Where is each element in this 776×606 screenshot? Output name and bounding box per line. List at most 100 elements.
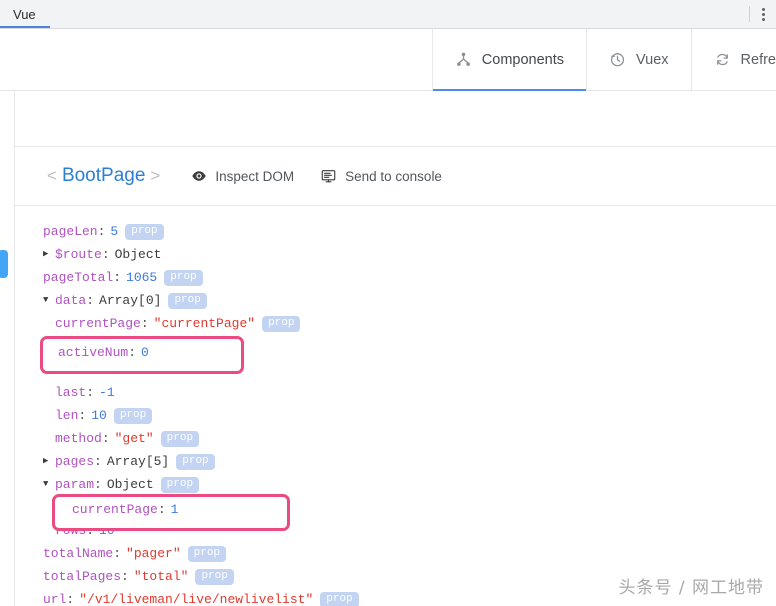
tree-row-key: totalPages	[43, 569, 122, 584]
tree-row[interactable]: ▼ data: Array[0] prop	[15, 289, 776, 312]
prop-badge: prop	[164, 269, 203, 286]
tree-row[interactable]: method: "get" prop	[15, 427, 776, 450]
tree-row[interactable]: totalName: "pager" prop	[15, 542, 776, 565]
watermark: 头条号 / 网工地带	[618, 578, 764, 598]
chevron-right-icon[interactable]: ▶	[43, 243, 55, 266]
tree-row-key: totalName	[43, 546, 114, 561]
tabstrip-spacer	[50, 0, 749, 28]
annotation-label-activenum: activeNum: 0	[58, 345, 149, 360]
tree-row-value[interactable]: "get"	[115, 427, 154, 450]
tree-row-content: pages: Array[5] prop	[55, 450, 215, 473]
prop-badge: prop	[160, 430, 200, 447]
tree-row-key: len	[55, 408, 79, 423]
tree-row-colon: :	[94, 477, 102, 492]
tree-row-colon: :	[101, 431, 110, 446]
tree-row-value[interactable]: 10	[91, 404, 107, 427]
prop-badge: prop	[125, 223, 164, 240]
selection-marker[interactable]	[0, 250, 8, 278]
tree-row-colon: :	[86, 523, 95, 538]
tree-row[interactable]: pageLen:5 prop	[15, 220, 776, 243]
tree-row-colon: :	[113, 546, 122, 561]
tree-row-colon: :	[66, 592, 75, 606]
annot1-value: 0	[141, 345, 149, 360]
tree-row-key: last	[55, 385, 87, 400]
breadcrumb-component-name[interactable]: BootPage	[62, 165, 145, 187]
prop-badge: prop	[113, 407, 153, 424]
tree-row-content: $route: Object	[55, 243, 161, 266]
send-to-console-label: Send to console	[345, 168, 442, 184]
prop-badge: prop	[262, 315, 301, 332]
tree-row-colon: :	[78, 408, 87, 423]
component-property-tree[interactable]: pageLen:5 prop ▶ $route: Object pageTotal:106…	[15, 207, 776, 606]
tree-row[interactable]: ▼ param: Object prop	[15, 473, 776, 496]
tree-row-content: param: Object prop	[55, 473, 200, 496]
tree-row-content: data: Array[0] prop	[55, 289, 207, 312]
tree-row-key: pages	[55, 454, 95, 469]
annot2-key: currentPage	[72, 502, 158, 517]
devtools-tab-vue[interactable]: Vue	[0, 0, 50, 28]
tree-row-colon: :	[97, 224, 106, 239]
tree-row-colon: :	[140, 316, 149, 331]
tab-components[interactable]: Components	[431, 29, 587, 91]
tree-row-value[interactable]: "currentPage"	[154, 312, 255, 335]
tree-row-value[interactable]: Array[0]	[99, 289, 161, 312]
refresh-icon	[714, 51, 731, 68]
tree-row[interactable]: rows:10	[15, 519, 776, 542]
tree-row[interactable]: ▶ pages: Array[5] prop	[15, 450, 776, 473]
tree-row-value[interactable]: "/v1/liveman/live/newlivelist"	[79, 588, 313, 606]
inspect-dom-button[interactable]: Inspect DOM	[191, 168, 294, 184]
tree-row-content: last: -1	[55, 381, 115, 404]
tree-row-content: len:10 prop	[55, 404, 153, 427]
tree-row[interactable]: pageTotal:1065 prop	[15, 266, 776, 289]
components-tree-icon	[455, 51, 472, 68]
tree-row[interactable]: ▶ $route: Object	[15, 243, 776, 266]
tree-row-value[interactable]: "pager"	[126, 542, 181, 565]
tree-row-key: $route	[55, 247, 102, 262]
prop-badge: prop	[187, 545, 227, 562]
tree-row-colon: :	[86, 293, 95, 308]
tree-row-value[interactable]: "total"	[134, 565, 189, 588]
tree-row-value[interactable]: -1	[99, 381, 115, 404]
tree-row-content: totalPages: "total" prop	[43, 565, 234, 588]
chevron-right-icon[interactable]: ▶	[43, 450, 55, 473]
chevron-down-icon[interactable]: ▼	[43, 289, 55, 312]
breadcrumb-close-angle: >	[150, 166, 161, 185]
tab-components-label: Components	[481, 51, 565, 68]
tree-row-content: pageTotal:1065 prop	[43, 266, 203, 289]
devtools-tabstrip: Vue	[0, 0, 776, 29]
tree-row[interactable]: last: -1	[15, 381, 776, 404]
tab-refresh[interactable]: Refre	[690, 29, 776, 90]
breadcrumb[interactable]: < BootPage >	[42, 165, 165, 187]
tree-row-content: currentPage: "currentPage" prop	[55, 312, 301, 335]
tree-row-key: url	[43, 592, 67, 606]
breadcrumb-open-angle: <	[47, 166, 57, 185]
tree-row[interactable]: currentPage: "currentPage" prop	[15, 312, 776, 335]
tree-row-value[interactable]: 1065	[126, 266, 157, 289]
inspector-toolbar: < BootPage > Inspect DOM Send to console	[15, 146, 776, 206]
chevron-down-icon[interactable]: ▼	[43, 473, 55, 496]
eye-icon	[191, 168, 207, 184]
send-to-console-button[interactable]: Send to console	[320, 168, 442, 184]
tree-row-value[interactable]: 5	[110, 220, 118, 243]
prop-badge: prop	[176, 453, 215, 470]
tree-row-value[interactable]: 10	[99, 519, 115, 542]
devtools-tab-label: Vue	[13, 6, 36, 22]
console-icon	[320, 168, 337, 184]
tab-vuex[interactable]: Vuex	[586, 29, 691, 90]
vue-panel-tabbar: Components Vuex Refre	[0, 29, 776, 91]
more-vertical-icon[interactable]	[750, 0, 776, 28]
tree-row-key: param	[55, 477, 95, 492]
tree-row-colon: :	[121, 569, 129, 584]
tree-row-key: pageTotal	[43, 270, 114, 285]
tab-refresh-label: Refre	[740, 51, 776, 68]
tree-row[interactable]: len:10 prop	[15, 404, 776, 427]
prop-badge: prop	[320, 591, 359, 606]
tree-row-colon: :	[113, 270, 122, 285]
tree-row-colon: :	[94, 454, 102, 469]
tree-row-key: pageLen	[43, 224, 98, 239]
tree-row-key: data	[55, 293, 87, 308]
annot1-key: activeNum	[58, 345, 129, 360]
tree-row-value[interactable]: Array[5]	[107, 450, 169, 473]
tree-row-value[interactable]: Object	[115, 243, 162, 266]
tree-row-value[interactable]: Object	[107, 473, 154, 496]
